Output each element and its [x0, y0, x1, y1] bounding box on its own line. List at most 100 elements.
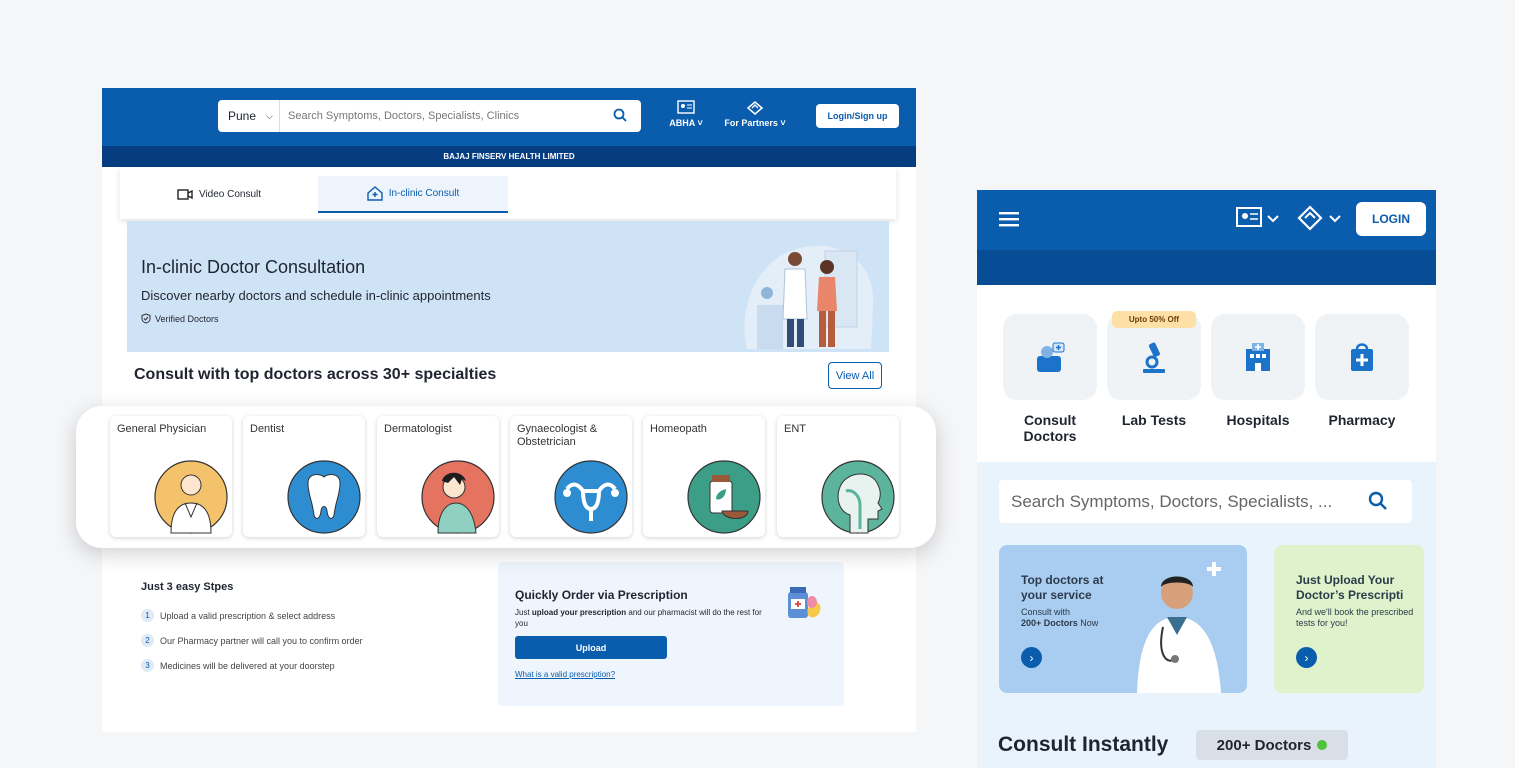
general-physician-icon — [154, 460, 228, 534]
prescription-desc-bold: upload your prescription — [531, 608, 627, 617]
clinic-home-icon — [367, 186, 383, 201]
step-text: Upload a valid prescription & select add… — [160, 610, 336, 621]
hamburger-menu-icon[interactable] — [999, 211, 1019, 227]
service-hospitals[interactable]: Hospitals — [1211, 314, 1305, 428]
steps-section: Just 3 easy Stpes 1 Upload a valid prescr… — [141, 581, 363, 684]
doctor-icon — [1037, 342, 1065, 372]
hero-title: In-clinic Doctor Consultation — [141, 257, 366, 277]
service-label: Hospitals — [1226, 412, 1290, 428]
specialty-name: Gynaecologist & Obstetrician — [517, 423, 598, 448]
card-line2: Now — [1077, 618, 1099, 628]
chevron-down-icon: ˅ — [697, 118, 703, 128]
specialty-card-homeopath[interactable]: Homeopath — [643, 416, 765, 537]
arrow-right-icon[interactable]: › — [1296, 647, 1317, 668]
step-number: 1 — [141, 609, 154, 622]
specialty-card-gynaecologist[interactable]: Gynaecologist & Obstetrician — [510, 416, 632, 537]
top-doctors-card[interactable]: Top doctors at your service Consult with… — [999, 545, 1247, 693]
verified-label: Verified Doctors — [155, 313, 219, 324]
tab-video-consult[interactable]: Video Consult — [120, 176, 318, 213]
service-consult-doctors[interactable]: Consult Doctors — [1003, 314, 1097, 444]
chevron-down-icon: ⌵ — [266, 110, 273, 121]
specialty-card-general-physician[interactable]: General Physician — [110, 416, 232, 537]
specialty-name: Dermatologist — [384, 423, 452, 435]
city-selector[interactable]: Pune ⌵ — [218, 100, 280, 132]
online-status-dot — [1317, 740, 1328, 750]
search-input[interactable]: Search Symptoms, Doctors, Specialists, C… — [280, 100, 641, 132]
specialties-popout: General Physician Dentist Dermatologist … — [76, 406, 936, 548]
service-pharmacy[interactable]: Pharmacy — [1315, 314, 1409, 428]
specialties-title: Consult with top doctors across 30+ spec… — [134, 366, 497, 383]
video-camera-icon — [177, 189, 193, 200]
doctors-badge-label: 200+ Doctors — [1216, 736, 1312, 754]
view-all-button[interactable]: View All — [828, 362, 882, 389]
search-placeholder: Search Symptoms, Doctors, Specialists, C… — [288, 110, 520, 122]
specialty-name: Dentist — [250, 423, 285, 435]
medicine-bottle-icon — [788, 587, 821, 618]
specialty-card-dentist[interactable]: Dentist — [243, 416, 365, 537]
microscope-icon — [1143, 342, 1165, 373]
step-item: 1 Upload a valid prescription & select ad… — [141, 609, 363, 622]
shield-check-icon — [141, 313, 151, 324]
mobile-login-button[interactable]: LOGIN — [1356, 202, 1426, 236]
valid-prescription-link[interactable]: What is a valid prescription? — [515, 670, 615, 679]
tab-video-label: Video Consult — [198, 189, 262, 200]
service-box — [1315, 314, 1409, 400]
service-label: Pharmacy — [1328, 412, 1396, 428]
abha-card-icon[interactable] — [1236, 206, 1280, 232]
card-title: Just Upload Your Doctor’s Prescripti — [1296, 573, 1404, 602]
mobile-search-placeholder: Search Symptoms, Doctors, Specialists, .… — [1011, 491, 1333, 511]
dermatologist-icon — [421, 460, 495, 534]
service-box — [1211, 314, 1305, 400]
partners-label: For Partners — [724, 118, 778, 128]
company-strip: BAJAJ FINSERV HEALTH LIMITED — [102, 146, 916, 167]
uterus-icon — [554, 460, 628, 534]
prescription-card: Quickly Order via Prescription Just uplo… — [498, 562, 844, 706]
service-lab-tests[interactable]: Lab Tests — [1107, 314, 1201, 428]
doctor-patient-illustration — [744, 245, 874, 349]
partners-menu[interactable]: For Partners ˅ — [717, 100, 793, 128]
search-icon[interactable] — [1368, 491, 1388, 511]
prescription-title: Quickly Order via Prescription — [515, 588, 688, 602]
card-bold: 200+ Doctors — [1021, 618, 1078, 628]
step-item: 3 Medicines will be delivered at your doo… — [141, 659, 363, 672]
doctors-online-badge: 200+ Doctors — [1196, 730, 1348, 760]
search-icon[interactable] — [613, 108, 627, 122]
hospital-icon — [1246, 343, 1270, 371]
tab-clinic-label: In-clinic Consult — [388, 188, 460, 199]
step-number: 2 — [141, 634, 154, 647]
specialty-name: ENT — [784, 423, 806, 435]
specialty-card-ent[interactable]: ENT — [777, 416, 899, 537]
handshake-icon[interactable] — [1296, 205, 1342, 233]
mobile-header: LOGIN — [977, 190, 1436, 250]
abha-card-icon — [677, 100, 695, 114]
specialty-name: Homeopath — [650, 423, 707, 435]
steps-heading: Just 3 easy Stpes — [141, 581, 234, 593]
service-box — [1003, 314, 1097, 400]
step-item: 2 Our Pharmacy partner will call you to c… — [141, 634, 363, 647]
consult-instantly-heading: Consult Instantly — [998, 733, 1169, 756]
specialty-card-dermatologist[interactable]: Dermatologist — [377, 416, 499, 537]
prescription-desc-pre: Just — [515, 608, 532, 617]
tab-in-clinic-consult[interactable]: In-clinic Consult — [318, 176, 508, 213]
upload-button[interactable]: Upload — [515, 636, 667, 659]
homeopathy-icon — [687, 460, 761, 534]
abha-menu[interactable]: ABHA ˅ — [664, 100, 708, 128]
prescription-description: Just upload your prescription and our ph… — [515, 607, 775, 629]
mobile-window: LOGIN Consult Doctors Lab Tests Upto 50%… — [977, 190, 1436, 768]
service-label: Consult Doctors — [1023, 412, 1077, 444]
card-line1: Consult with — [1021, 607, 1071, 617]
hero-subtitle: Discover nearby doctors and schedule in-… — [141, 288, 491, 303]
arrow-right-icon[interactable]: › — [1021, 647, 1042, 668]
login-button[interactable]: Login/Sign up — [816, 104, 899, 128]
step-text: Our Pharmacy partner will call you to co… — [160, 635, 363, 646]
handshake-icon — [746, 101, 764, 115]
upload-prescription-card[interactable]: Just Upload Your Doctor’s Prescripti And… — [1274, 545, 1424, 693]
card-title: Top doctors at your service — [1021, 573, 1104, 602]
card-subtitle: Consult with 200+ Doctors Now — [1021, 607, 1098, 629]
verified-badge: Verified Doctors — [141, 313, 219, 324]
step-text: Medicines will be delivered at your door… — [160, 660, 335, 671]
chevron-down-icon: ˅ — [780, 118, 786, 128]
mobile-search-input[interactable]: Search Symptoms, Doctors, Specialists, .… — [999, 480, 1412, 523]
tooth-icon — [287, 460, 361, 534]
consult-tabs: Video Consult In-clinic Consult — [120, 167, 896, 219]
